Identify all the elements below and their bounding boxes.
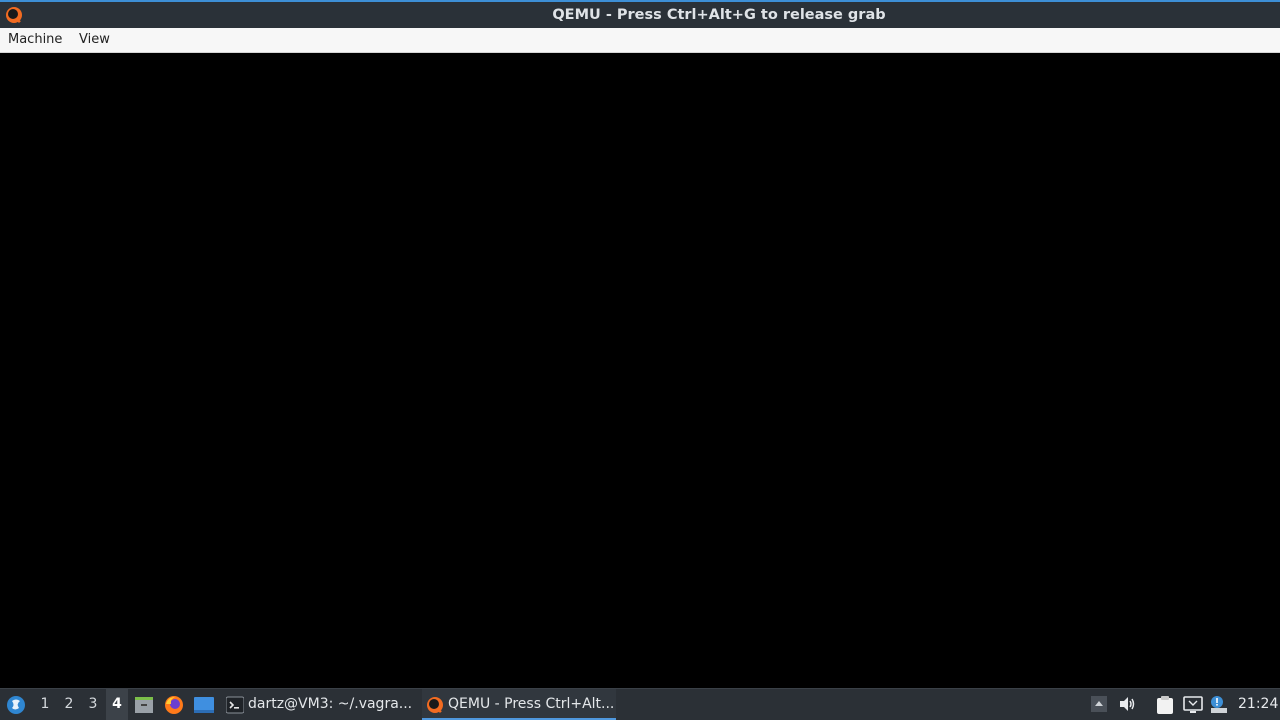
taskbar: 1 2 3 4 dartz@VM3: ~/.vagra... QEMU - Pr… [0, 688, 1280, 720]
firefox-icon [164, 695, 184, 715]
file-manager-icon [134, 696, 154, 714]
menu-machine[interactable]: Machine [8, 28, 62, 52]
volume-button[interactable] [1118, 689, 1138, 720]
network-button[interactable] [1182, 689, 1204, 720]
notification-button[interactable] [1208, 689, 1230, 720]
clipboard-button[interactable] [1155, 689, 1175, 720]
file-manager-launcher[interactable] [133, 689, 155, 720]
clipboard-icon [1156, 695, 1174, 715]
start-menu-icon [6, 695, 26, 715]
desktop-1[interactable]: 1 [34, 689, 56, 720]
volume-icon [1119, 696, 1137, 712]
task-qemu-label: QEMU - Press Ctrl+Alt... [448, 696, 615, 712]
qemu-icon[interactable] [5, 6, 23, 24]
window-titlebar[interactable]: QEMU - Press Ctrl+Alt+G to release grab [0, 0, 1280, 28]
window-title: QEMU - Press Ctrl+Alt+G to release grab [552, 7, 886, 23]
notification-icon [1209, 695, 1229, 715]
menu-bar: Machine View [0, 28, 1280, 53]
desktop-3[interactable]: 3 [82, 689, 104, 720]
menu-view[interactable]: View [79, 28, 110, 52]
clock[interactable]: 21:24 [1238, 689, 1278, 720]
desktop-4[interactable]: 4 [106, 689, 128, 720]
task-qemu[interactable]: QEMU - Press Ctrl+Alt... [422, 689, 616, 720]
task-terminal[interactable]: dartz@VM3: ~/.vagra... [222, 689, 418, 720]
task-terminal-label: dartz@VM3: ~/.vagra... [248, 696, 413, 712]
show-desktop-launcher[interactable] [193, 689, 215, 720]
show-desktop-icon [194, 697, 214, 713]
qemu-icon [426, 696, 444, 714]
firefox-launcher[interactable] [163, 689, 185, 720]
start-menu-button[interactable] [4, 689, 28, 720]
desktop-2[interactable]: 2 [58, 689, 80, 720]
vm-display[interactable] [0, 53, 1280, 688]
tray-expand-button[interactable] [1090, 689, 1108, 720]
network-icon [1183, 696, 1203, 714]
terminal-icon [226, 696, 244, 714]
tray-expand-icon [1091, 696, 1107, 712]
